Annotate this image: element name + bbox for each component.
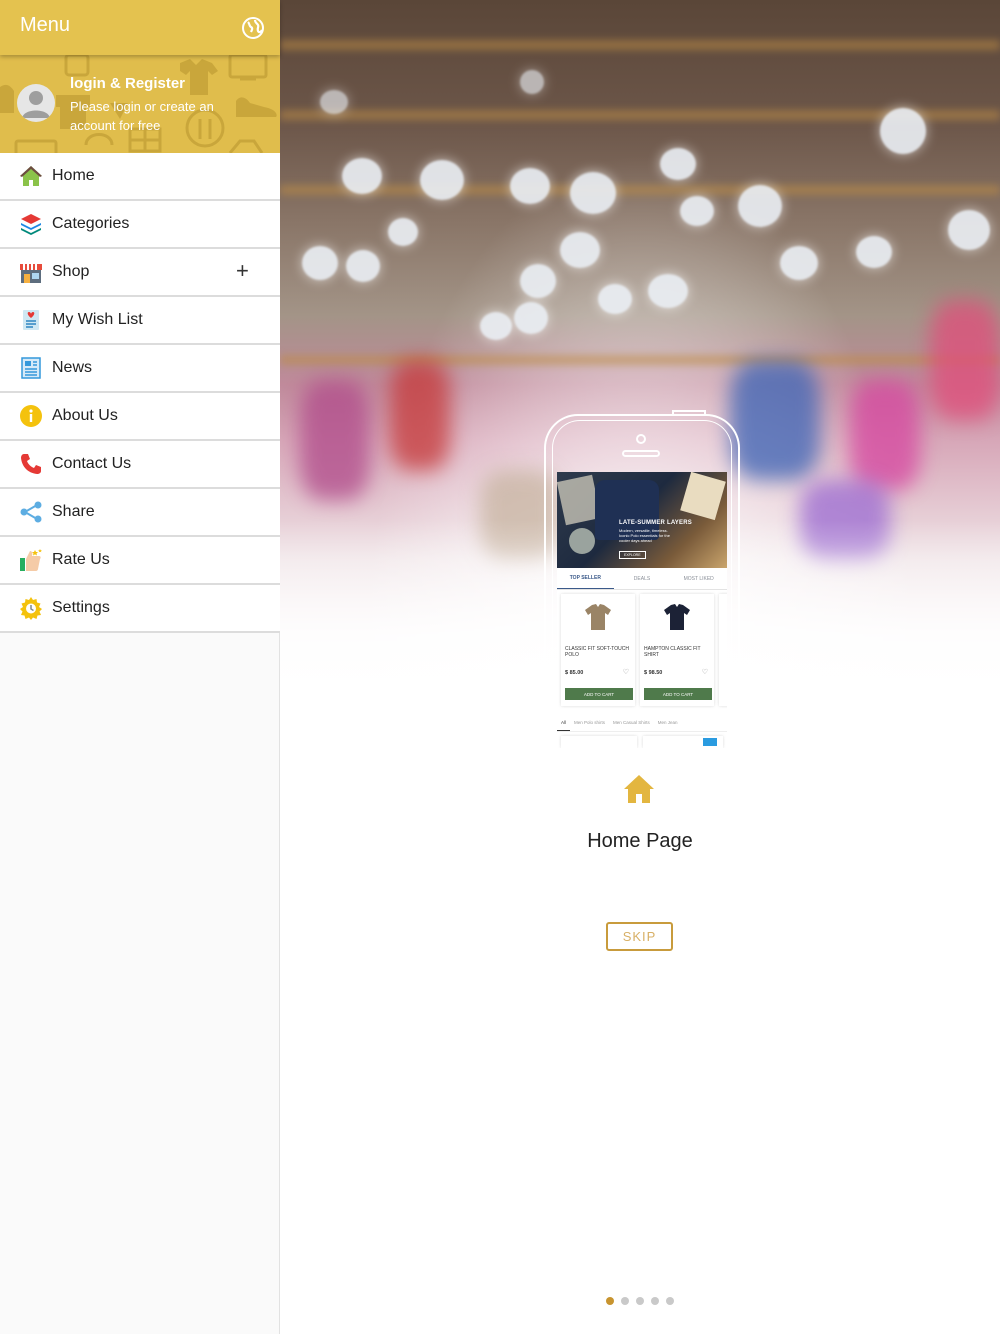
menu-item-label: My Wish List bbox=[52, 311, 143, 328]
menu-item-label: About Us bbox=[52, 407, 118, 424]
menu-item-home[interactable]: Home bbox=[0, 153, 280, 201]
mockup-tabs: TOP SELLER DEALS MOST LIKED bbox=[557, 568, 727, 590]
mockup-category: All bbox=[557, 716, 571, 731]
mockup-add-to-cart: ADD TO CART bbox=[644, 688, 712, 700]
page-dot[interactable] bbox=[651, 1297, 659, 1305]
mockup-product-price: $ 85.00 bbox=[565, 670, 584, 676]
globe-icon[interactable] bbox=[241, 16, 265, 40]
profile-section: login & Register Please login or create … bbox=[0, 55, 280, 153]
settings-icon bbox=[20, 597, 42, 620]
menu-item-about[interactable]: About Us bbox=[0, 393, 280, 441]
onboarding-panel: LATE-SUMMER LAYERS Modern, versatile, ti… bbox=[280, 0, 1000, 1334]
mockup-add-to-cart: ADD TO CART bbox=[565, 688, 633, 700]
mockup-category-tabs: All Men Polo shirts Men Casual Shirts Me… bbox=[557, 716, 727, 732]
menu-item-label: Shop bbox=[52, 263, 90, 280]
mockup-product-card: CLASSIC FIT SOFT-TOUCH POLO $ 85.00 ♡ AD… bbox=[561, 594, 635, 706]
navigation-drawer: Menu login & Register Please login or cr… bbox=[0, 0, 280, 1334]
mockup-category: Men Polo shirts bbox=[574, 720, 606, 725]
mockup-product-card: HAMPTON CLASSIC FIT SHIRT $ 98.50 ♡ ADD … bbox=[640, 594, 714, 706]
mockup-product-name: HAMPTON CLASSIC FIT SHIRT bbox=[644, 646, 701, 658]
mockup-product-card bbox=[719, 594, 727, 706]
info-icon bbox=[20, 405, 42, 427]
menu-item-share[interactable]: Share bbox=[0, 489, 280, 537]
mockup-hero-banner: LATE-SUMMER LAYERS Modern, versatile, ti… bbox=[557, 472, 727, 568]
menu-item-settings[interactable]: Settings bbox=[0, 585, 280, 633]
drawer-menu: Home Categories Shop + My Wish List News… bbox=[0, 153, 280, 633]
home-icon bbox=[20, 166, 42, 186]
menu-item-label: Settings bbox=[52, 599, 110, 616]
menu-item-label: Categories bbox=[52, 215, 130, 232]
menu-item-news[interactable]: News bbox=[0, 345, 280, 393]
phone-icon bbox=[21, 454, 41, 474]
mockup-tab: TOP SELLER bbox=[557, 568, 614, 589]
menu-item-rate[interactable]: Rate Us bbox=[0, 537, 280, 585]
page-dot[interactable] bbox=[606, 1297, 614, 1305]
drawer-title: Menu bbox=[20, 14, 71, 36]
menu-item-label: Home bbox=[52, 167, 95, 184]
mockup-tab: DEALS bbox=[633, 575, 651, 582]
polo-shirt-icon bbox=[664, 604, 690, 630]
menu-item-label: Contact Us bbox=[52, 455, 132, 472]
polo-shirt-icon bbox=[585, 604, 611, 630]
mockup-hero-subtitle: Modern, versatile, timeless. Iconic Polo… bbox=[619, 528, 670, 543]
page-dot[interactable] bbox=[666, 1297, 674, 1305]
heart-icon: ♡ bbox=[622, 669, 629, 676]
home-icon bbox=[624, 775, 654, 803]
shop-icon bbox=[20, 264, 42, 283]
mockup-product-price: $ 98.50 bbox=[644, 670, 663, 676]
expand-plus-icon[interactable]: + bbox=[236, 258, 249, 284]
share-icon bbox=[20, 501, 42, 523]
page-dot[interactable] bbox=[621, 1297, 629, 1305]
menu-item-categories[interactable]: Categories bbox=[0, 201, 280, 249]
mockup-category: Men Casual Shirts bbox=[613, 720, 650, 725]
menu-item-label: News bbox=[52, 359, 93, 376]
newspaper-icon bbox=[21, 357, 41, 379]
mockup-hero-title: LATE-SUMMER LAYERS bbox=[619, 520, 692, 526]
mockup-tab: MOST LIKED bbox=[683, 575, 714, 582]
heart-icon: ♡ bbox=[701, 669, 708, 676]
login-register-link[interactable]: login & Register bbox=[70, 75, 185, 92]
rate-icon bbox=[20, 549, 42, 571]
phone-screen: LATE-SUMMER LAYERS Modern, versatile, ti… bbox=[557, 472, 727, 748]
page-dot[interactable] bbox=[636, 1297, 644, 1305]
slide-title: Home Page bbox=[587, 830, 693, 852]
skip-button[interactable]: SKIP bbox=[606, 922, 673, 951]
mockup-category: Men Jean bbox=[657, 720, 678, 725]
user-avatar-icon[interactable] bbox=[17, 84, 55, 122]
mockup-explore-button: EXPLORE bbox=[619, 551, 646, 559]
menu-item-wishlist[interactable]: My Wish List bbox=[0, 297, 280, 345]
phone-mockup: LATE-SUMMER LAYERS Modern, versatile, ti… bbox=[544, 410, 740, 754]
menu-item-contact[interactable]: Contact Us bbox=[0, 441, 280, 489]
drawer-header-bar: Menu bbox=[0, 0, 280, 55]
menu-item-label: Share bbox=[52, 503, 95, 520]
wishlist-icon bbox=[23, 310, 39, 330]
menu-item-shop[interactable]: Shop + bbox=[0, 249, 280, 297]
page-indicator bbox=[280, 1297, 1000, 1305]
login-subtitle: Please login or create an account for fr… bbox=[70, 99, 214, 133]
menu-item-label: Rate Us bbox=[52, 551, 110, 568]
mockup-product-name: CLASSIC FIT SOFT-TOUCH POLO bbox=[565, 646, 629, 658]
layers-icon bbox=[21, 214, 41, 235]
